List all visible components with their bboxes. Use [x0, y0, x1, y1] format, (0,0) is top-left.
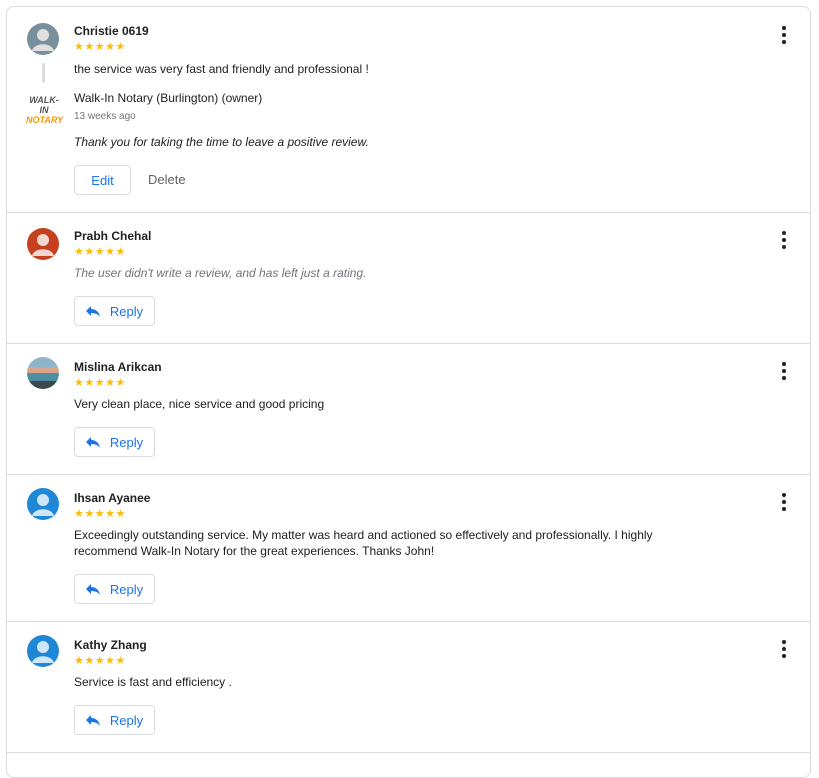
star-rating: ★★★★★ — [74, 655, 126, 667]
reviewer-name[interactable]: Prabh Chehal — [74, 229, 151, 243]
review-item: Prabh Chehal ★★★★★ The user didn't write… — [7, 212, 810, 344]
review-text: Very clean place, nice service and good … — [74, 397, 325, 411]
reply-arrow-icon — [85, 437, 100, 448]
reply-button[interactable]: Reply — [74, 574, 155, 604]
reply-button[interactable]: Reply — [74, 705, 155, 735]
review-item: Christie 0619 ★★★★★ the service was very… — [7, 7, 810, 213]
person-icon — [32, 234, 54, 256]
avatar[interactable] — [27, 228, 59, 260]
more-vert-icon[interactable] — [776, 361, 792, 381]
more-vert-icon[interactable] — [776, 639, 792, 659]
review-text: Service is fast and efficiency . — [74, 675, 232, 689]
reply-arrow-icon — [85, 584, 100, 595]
owner-reply-text: Thank you for taking the time to leave a… — [74, 135, 369, 149]
review-item: Ihsan Ayanee ★★★★★ Exceedingly outstandi… — [7, 474, 810, 622]
reply-button[interactable]: Reply — [74, 427, 155, 457]
avatar[interactable] — [27, 357, 59, 389]
more-vert-icon[interactable] — [776, 25, 792, 45]
review-text: the service was very fast and friendly a… — [74, 62, 369, 76]
avatar[interactable] — [27, 23, 59, 55]
reviewer-name[interactable]: Kathy Zhang — [74, 638, 147, 652]
reviews-panel: Christie 0619 ★★★★★ the service was very… — [6, 6, 811, 778]
review-item: Kathy Zhang ★★★★★ Service is fast and ef… — [7, 621, 810, 753]
star-rating: ★★★★★ — [74, 246, 126, 258]
person-icon — [32, 29, 54, 51]
edit-button[interactable]: Edit — [74, 165, 131, 195]
more-vert-icon[interactable] — [776, 230, 792, 250]
delete-button[interactable]: Delete — [148, 165, 186, 195]
owner-reply-time: 13 weeks ago — [74, 111, 136, 122]
avatar[interactable] — [27, 488, 59, 520]
person-icon — [32, 494, 54, 516]
thread-connector — [42, 63, 45, 83]
reviewer-name[interactable]: Ihsan Ayanee — [74, 491, 150, 505]
star-rating: ★★★★★ — [74, 508, 126, 520]
person-icon — [32, 641, 54, 663]
reviewer-name[interactable]: Mislina Arikcan — [74, 360, 162, 374]
star-rating: ★★★★★ — [74, 377, 126, 389]
landscape-photo-avatar — [27, 357, 59, 389]
review-text: The user didn't write a review, and has … — [74, 266, 367, 280]
owner-name: Walk-In Notary (Burlington) (owner) — [74, 91, 263, 105]
reply-arrow-icon — [85, 715, 100, 726]
reply-button[interactable]: Reply — [74, 296, 155, 326]
reviewer-name[interactable]: Christie 0619 — [74, 24, 149, 38]
review-text: Exceedingly outstanding service. My matt… — [74, 528, 653, 558]
review-item: Mislina Arikcan ★★★★★ Very clean place, … — [7, 343, 810, 475]
business-logo: WALK-IN NOTARY — [26, 95, 64, 125]
avatar[interactable] — [27, 635, 59, 667]
star-rating: ★★★★★ — [74, 41, 126, 53]
more-vert-icon[interactable] — [776, 492, 792, 512]
reply-arrow-icon — [85, 306, 100, 317]
